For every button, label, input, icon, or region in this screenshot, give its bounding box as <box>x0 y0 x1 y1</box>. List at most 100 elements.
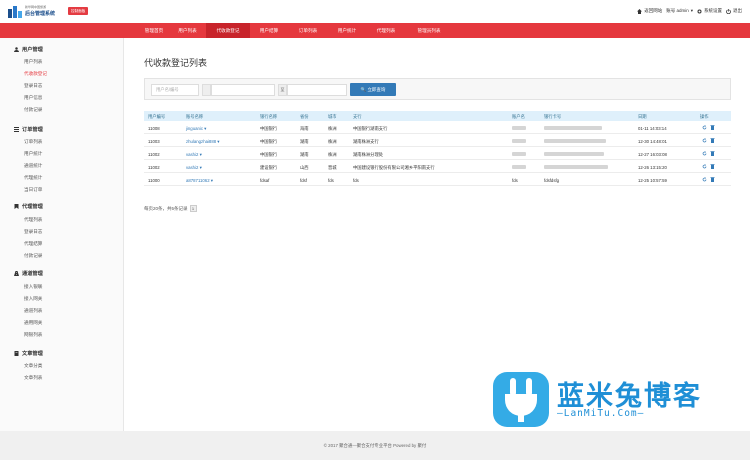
sidebar-item-channel-list[interactable]: 通道列表 <box>24 308 42 314</box>
sidebar-item-order-list[interactable]: 订单列表 <box>24 139 42 145</box>
calendar-icon <box>202 84 211 96</box>
sidebar-item-bank-list[interactable]: 网银列表 <box>24 332 42 338</box>
back-to-site-link[interactable]: 返回网站 <box>637 8 662 14</box>
row-actions <box>702 138 715 143</box>
nav-admin-list[interactable]: 管理员列表 <box>407 23 451 38</box>
table-row: 11000 a878711062 ▾ fdsaf fdsf fds fds fd… <box>144 173 731 186</box>
account-link[interactable]: jinguanic ▾ <box>186 126 206 132</box>
sidebar-item-common-gateway[interactable]: 通用网关 <box>24 320 42 326</box>
sidebar-item-article-list[interactable]: 文章列表 <box>24 375 42 381</box>
col-province: 省份 <box>300 113 309 119</box>
end-date-input[interactable] <box>287 84 347 96</box>
user-icon <box>14 47 19 52</box>
masked-card <box>544 126 602 131</box>
watermark: 蓝米兔博客 —LanMiTu.Com— <box>493 372 723 427</box>
sidebar-item-agent-settlement[interactable]: 代理结算 <box>24 241 42 247</box>
sidebar-group-article[interactable]: 文章管理 <box>14 350 43 357</box>
trash-icon[interactable] <box>710 151 715 156</box>
sidebar-item-agent-stats[interactable]: 代理统计 <box>24 175 42 181</box>
nav-order-list[interactable]: 订单列表 <box>290 23 326 38</box>
control-panel-badge[interactable]: 控制面板 <box>68 7 89 15</box>
col-account: 账号名称 <box>186 113 204 119</box>
sidebar-item-user-stats[interactable]: 用户统计 <box>24 151 42 157</box>
sidebar-group-channel[interactable]: 通道管理 <box>14 270 43 277</box>
masked-card <box>544 165 608 170</box>
logout-link[interactable]: 退出 <box>726 8 742 14</box>
trash-icon[interactable] <box>710 138 715 143</box>
masked-holder <box>512 152 526 157</box>
logo-icon <box>8 6 22 18</box>
sidebar-item-agent-list[interactable]: 代理列表 <box>24 217 42 223</box>
sidebar-item-unionpay[interactable]: 接入银联 <box>24 284 42 290</box>
sidebar-group-order[interactable]: 订单管理 <box>14 126 43 133</box>
nav-home[interactable]: 管理首页 <box>135 23 173 38</box>
sidebar-item-login-log[interactable]: 登录日志 <box>24 83 42 89</box>
col-bank: 银行名称 <box>260 113 278 119</box>
masked-card <box>544 152 604 157</box>
masked-holder <box>512 126 526 131</box>
table-row: 11002 vashi2 ▾ 中国银行 湖南 株洲 湖南株洲分理处 12-27 … <box>144 147 731 160</box>
road-icon <box>14 271 19 276</box>
col-city: 城市 <box>328 113 337 119</box>
book-icon <box>14 351 19 356</box>
list-icon <box>14 127 19 132</box>
col-user-id: 用户编号 <box>148 113 166 119</box>
page-title: 代收款登记列表 <box>144 58 208 68</box>
col-holder: 账户名 <box>512 113 525 119</box>
sidebar-item-channel-stats[interactable]: 通道统计 <box>24 163 42 169</box>
masked-holder <box>512 165 526 170</box>
footer: © 2017 聚合通—聚合支付专业平台 Powered by 聚付 <box>0 431 750 460</box>
masked-card <box>544 139 606 144</box>
start-date-input[interactable] <box>211 84 275 96</box>
pager-summary: 每页20条，共5条记录 <box>144 205 188 211</box>
nav-user-settlement[interactable]: 用户结算 <box>251 23 287 38</box>
trash-icon[interactable] <box>710 164 715 169</box>
table-row: 11002 vashi2 ▾ 建设银行 山西 晋城 中国建设银行股份有限公司湘乡… <box>144 160 731 173</box>
sidebar-item-agent-payment[interactable]: 付款记录 <box>24 253 42 259</box>
query-button[interactable]: 🔍 立即查询 <box>350 83 396 96</box>
username-input[interactable]: 用户名/编号 <box>151 84 199 96</box>
search-panel: 用户名/编号 至 🔍 立即查询 <box>144 78 731 100</box>
col-branch: 支行 <box>353 113 362 119</box>
trash-icon[interactable] <box>710 125 715 130</box>
top-bar: 新华网中国旅游 后台管理系统 控制面板 返回网站 账号 admin ▾ 系统设置… <box>0 0 750 23</box>
refresh-icon[interactable] <box>702 177 707 182</box>
sidebar-item-payment-record[interactable]: 付款记录 <box>24 107 42 113</box>
sidebar-group-user[interactable]: 用户管理 <box>14 46 43 53</box>
gear-icon <box>697 9 702 13</box>
refresh-icon[interactable] <box>702 164 707 169</box>
sidebar-item-article-category[interactable]: 文章分类 <box>24 363 42 369</box>
nav-user-stats[interactable]: 用户统计 <box>329 23 365 38</box>
settings-link[interactable]: 系统设置 <box>697 8 722 14</box>
trash-icon[interactable] <box>710 177 715 182</box>
sidebar-item-agent-login-log[interactable]: 登录日志 <box>24 229 42 235</box>
page-button[interactable]: 1 <box>189 205 197 212</box>
col-actions: 操作 <box>700 113 709 119</box>
sidebar-item-collection-register[interactable]: 代收款登记 <box>24 71 47 77</box>
refresh-icon[interactable] <box>702 138 707 143</box>
masked-holder <box>512 139 526 144</box>
account-link[interactable]: a878711062 ▾ <box>186 178 213 184</box>
account-link[interactable]: vashi2 ▾ <box>186 165 202 171</box>
pagination: 每页20条，共5条记录 1 <box>144 205 197 212</box>
watermark-logo-icon <box>493 372 549 427</box>
brand-title: 后台管理系统 <box>25 11 56 17</box>
search-icon: 🔍 <box>360 87 367 92</box>
row-actions <box>702 125 715 130</box>
date-separator: 至 <box>278 84 287 96</box>
refresh-icon[interactable] <box>702 151 707 156</box>
nav-agent-list[interactable]: 代理列表 <box>368 23 404 38</box>
sidebar-group-agent[interactable]: 代理管理 <box>14 203 43 210</box>
sidebar-item-gateway[interactable]: 接入网关 <box>24 296 42 302</box>
account-link[interactable]: vashi2 ▾ <box>186 152 202 158</box>
sidebar-item-user-info[interactable]: 用户信息 <box>24 95 42 101</box>
sidebar-item-today-orders[interactable]: 当日订单 <box>24 187 42 193</box>
sidebar-item-user-list[interactable]: 用户列表 <box>24 59 42 65</box>
account-dropdown[interactable]: 账号 admin ▾ <box>666 8 693 14</box>
nav-collection-register[interactable]: 代收款登记 <box>206 23 250 38</box>
row-actions <box>702 177 715 182</box>
bookmark-icon <box>14 204 19 209</box>
nav-user-list[interactable]: 用户列表 <box>170 23 205 38</box>
account-link[interactable]: zhulangzhai888 ▾ <box>186 139 219 145</box>
refresh-icon[interactable] <box>702 125 707 130</box>
